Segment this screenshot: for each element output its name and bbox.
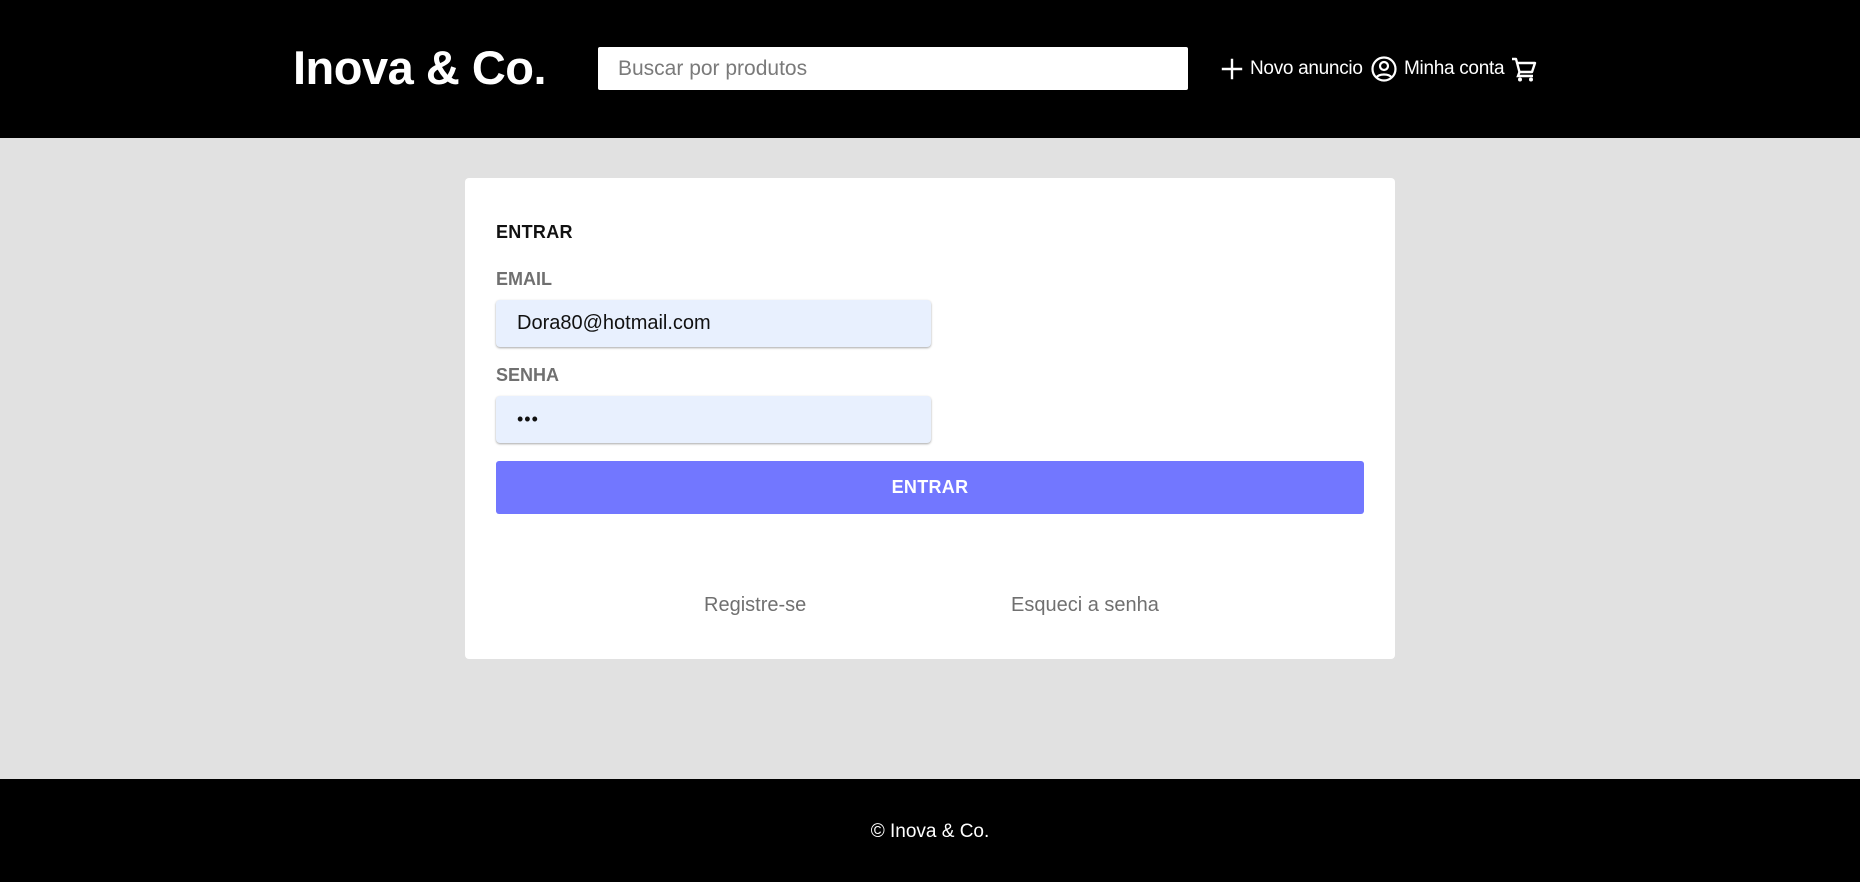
cart-icon: [1510, 55, 1538, 83]
login-button[interactable]: ENTRAR: [496, 461, 1364, 514]
login-title: ENTRAR: [496, 222, 573, 242]
my-account-link[interactable]: Minha conta: [1370, 52, 1505, 86]
email-label: EMAIL: [496, 269, 552, 289]
footer-copyright: © Inova & Co.: [870, 821, 990, 842]
cart-button[interactable]: [1510, 52, 1538, 86]
new-ad-label: Novo anuncio: [1250, 58, 1363, 79]
search-input[interactable]: [598, 47, 1188, 90]
top-header: Inova & Co. Novo anuncio Minha conta: [0, 0, 1860, 138]
forgot-password-link[interactable]: Esqueci a senha: [1011, 594, 1159, 617]
password-label: SENHA: [496, 365, 560, 385]
login-card: ENTRAR EMAIL SENHA ENTRAR Registre-se Es…: [465, 178, 1395, 659]
my-account-label: Minha conta: [1404, 58, 1505, 79]
page-footer: © Inova & Co.: [0, 779, 1860, 882]
plus-icon: [1220, 57, 1244, 81]
register-link[interactable]: Registre-se: [704, 594, 806, 617]
email-field[interactable]: [496, 300, 931, 347]
user-circle-icon: [1370, 55, 1398, 83]
new-ad-link[interactable]: Novo anuncio: [1220, 52, 1363, 86]
password-field[interactable]: [496, 396, 931, 443]
site-logo[interactable]: Inova & Co.: [293, 40, 547, 96]
